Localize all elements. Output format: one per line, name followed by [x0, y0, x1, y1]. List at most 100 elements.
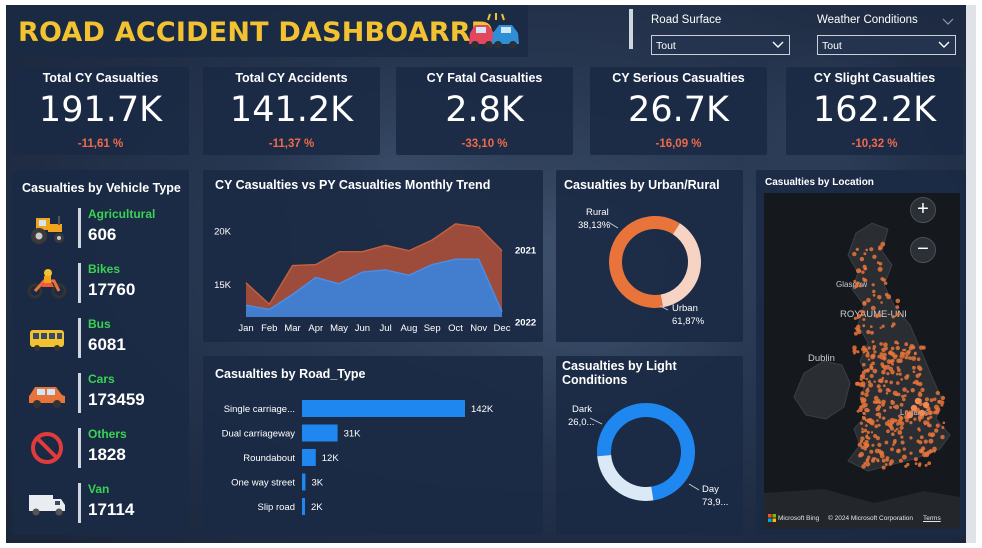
map-point [890, 447, 894, 452]
map-point [857, 442, 862, 447]
map-point [899, 416, 904, 421]
map-point [910, 404, 918, 412]
map-point [935, 423, 940, 428]
map-point [897, 368, 901, 372]
light-conditions-donut[interactable]: Dark26,0...Day73,9... [556, 356, 743, 535]
map-point [918, 440, 923, 445]
chart-title: Casualties by Location [765, 177, 874, 188]
vehicle-row-van[interactable]: Van 17114 [12, 479, 189, 527]
map-point [942, 421, 946, 425]
europe-landmass [764, 489, 960, 529]
trend-chart-panel[interactable]: CY Casualties vs PY Casualties Monthly T… [203, 170, 543, 342]
van-icon [29, 495, 65, 516]
vehicle-value: 606 [88, 225, 117, 244]
map-point [861, 270, 865, 274]
vehicle-type-panel: Casualties by Vehicle Type Agricultural … [12, 170, 189, 535]
map-point [895, 354, 898, 358]
kpi-card-fatal: CY Fatal Casualties 2.8K -33,10 % [396, 67, 573, 155]
map-point [861, 464, 866, 469]
map-point [883, 409, 887, 413]
chevron-down-icon[interactable] [941, 16, 955, 28]
map-canvas[interactable]: Glasgow ROYAUME-UNI Dublin Londres + − M… [764, 193, 960, 529]
bar [302, 498, 305, 515]
map-point [886, 429, 890, 434]
x-tick-label: Dec [494, 323, 511, 334]
bar [302, 400, 465, 417]
map-point [893, 418, 898, 423]
map-point [924, 397, 930, 402]
map-point [857, 313, 862, 319]
map-point [919, 345, 924, 350]
map-point [865, 459, 869, 463]
zoom-in-button[interactable]: + [910, 197, 936, 223]
map-point [875, 412, 879, 417]
urban-rural-panel[interactable]: Casualties by Urban/Rural Rural 38,13% Urb… [556, 170, 743, 342]
kpi-change: -11,37 % [268, 138, 315, 150]
map-point [863, 446, 867, 451]
map-point [872, 368, 878, 374]
scrollbar[interactable] [966, 5, 976, 543]
map-point [895, 298, 901, 304]
map-point [856, 409, 860, 413]
map-point [934, 428, 939, 433]
map-point [897, 430, 903, 435]
map-point [909, 436, 913, 440]
x-tick-label: Aug [400, 323, 417, 334]
map-terms-link[interactable]: Terms [923, 515, 941, 522]
road-type-panel[interactable]: Casualties by Road_Type Single carriage.… [203, 356, 543, 535]
vehicle-row-others[interactable]: Others 1828 [12, 424, 189, 472]
vehicle-row-bikes[interactable]: Bikes 17760 [12, 259, 189, 307]
urban-rural-donut[interactable]: Rural 38,13% Urban 61,87% [556, 170, 743, 342]
kpi-card-total-casualties: Total CY Casualties 191.7K -11,61 % [12, 67, 189, 155]
map-point [929, 449, 934, 454]
trend-chart[interactable]: Jan Feb Mar Apr May Jun Jul Aug Sep Oct Nov Dec 20K 1… [203, 170, 543, 342]
map-point [873, 380, 876, 383]
road-surface-label: Road Surface [651, 14, 722, 26]
vehicle-row-agricultural[interactable]: Agricultural 606 [12, 204, 189, 252]
map-point [887, 419, 891, 423]
x-tick-label: Sep [424, 323, 441, 334]
map-point [918, 391, 922, 395]
bar-value-label: 2K [311, 502, 323, 513]
map-point [902, 348, 905, 352]
weather-select[interactable]: Tout [817, 35, 956, 55]
map-point [870, 354, 875, 360]
map-point [901, 394, 905, 398]
vehicle-value: 17760 [88, 280, 136, 299]
light-conditions-panel[interactable]: Casualties by Light Conditions Dark 26,0.… [556, 356, 743, 535]
map-point [867, 436, 871, 440]
road-type-chart[interactable]: Single carriage... 142K Dual carriageway 31… [203, 356, 543, 535]
map-point [912, 365, 916, 370]
map-point [872, 289, 876, 294]
map-point [866, 387, 870, 390]
zoom-out-button[interactable]: − [910, 237, 936, 263]
map-point [896, 381, 900, 385]
vehicle-name: Bikes [88, 262, 121, 276]
map-point [889, 406, 893, 409]
map-point [918, 429, 921, 432]
map-point [870, 330, 874, 335]
map-point [913, 417, 917, 421]
map-point [882, 384, 886, 388]
vehicle-row-cars[interactable]: Cars 173459 [12, 369, 189, 417]
map-point [861, 430, 865, 434]
map-point [914, 379, 919, 385]
map-point [889, 380, 893, 385]
map-point [894, 404, 900, 410]
slice-label-name: Day [702, 484, 719, 495]
weather-filter[interactable]: Weather Conditions Tout [817, 14, 956, 55]
map-point [873, 434, 878, 438]
map-point [873, 395, 879, 401]
map-point [904, 355, 909, 360]
kpi-card-slight: CY Slight Casualties 162.2K -10,32 % [786, 67, 963, 155]
kpi-label: CY Slight Casualties [813, 71, 936, 85]
road-surface-select[interactable]: Tout [651, 35, 790, 55]
map-point [871, 340, 875, 344]
map-point [889, 359, 894, 364]
bar-category-label: One way street [231, 478, 295, 489]
map-point [940, 395, 946, 401]
road-surface-filter[interactable]: Road Surface Tout [651, 14, 790, 55]
panel-title: Casualties by Vehicle Type [22, 181, 181, 195]
map-point [906, 374, 910, 378]
vehicle-row-bus[interactable]: Bus 6081 [12, 314, 189, 362]
